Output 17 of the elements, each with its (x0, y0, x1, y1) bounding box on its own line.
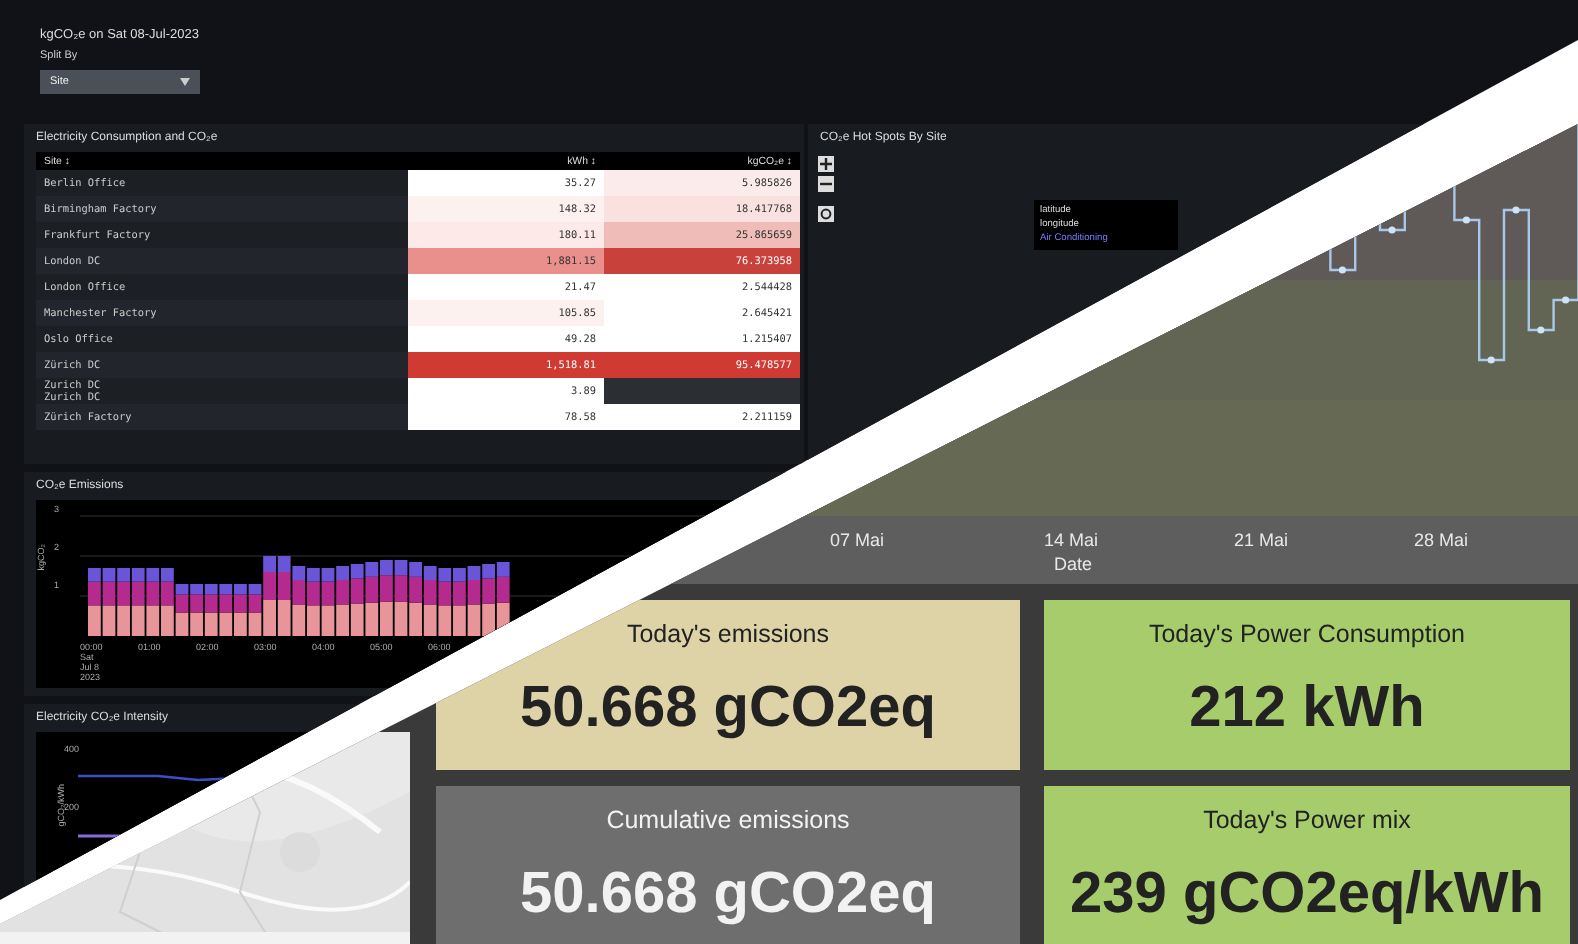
caret-icon (180, 78, 190, 86)
card-title: Today's Power mix (1203, 806, 1411, 834)
tick-label: 14 Mai (1044, 530, 1099, 550)
tick-label: 21 Mai (1234, 530, 1289, 550)
card-value: 50.668 gCO2eq (520, 676, 936, 742)
zoom-out-button[interactable] (818, 176, 834, 192)
card-value: 212 kWh (1189, 676, 1425, 742)
card-title: Cumulative emissions (606, 806, 850, 834)
tick-label: 07 Mai (830, 530, 885, 550)
card-value: 50.668 gCO2eq (520, 862, 936, 928)
card-value: 239 gCO2eq/kWh (1070, 862, 1544, 928)
layers-button[interactable] (818, 206, 834, 222)
tick-label: 28 Mai (1414, 530, 1469, 550)
card-title: Today's emissions (626, 620, 830, 648)
axis-title: Date (1054, 554, 1093, 574)
zoom-in-button[interactable] (818, 156, 834, 172)
card-title: Today's Power Consumption (1148, 620, 1466, 648)
